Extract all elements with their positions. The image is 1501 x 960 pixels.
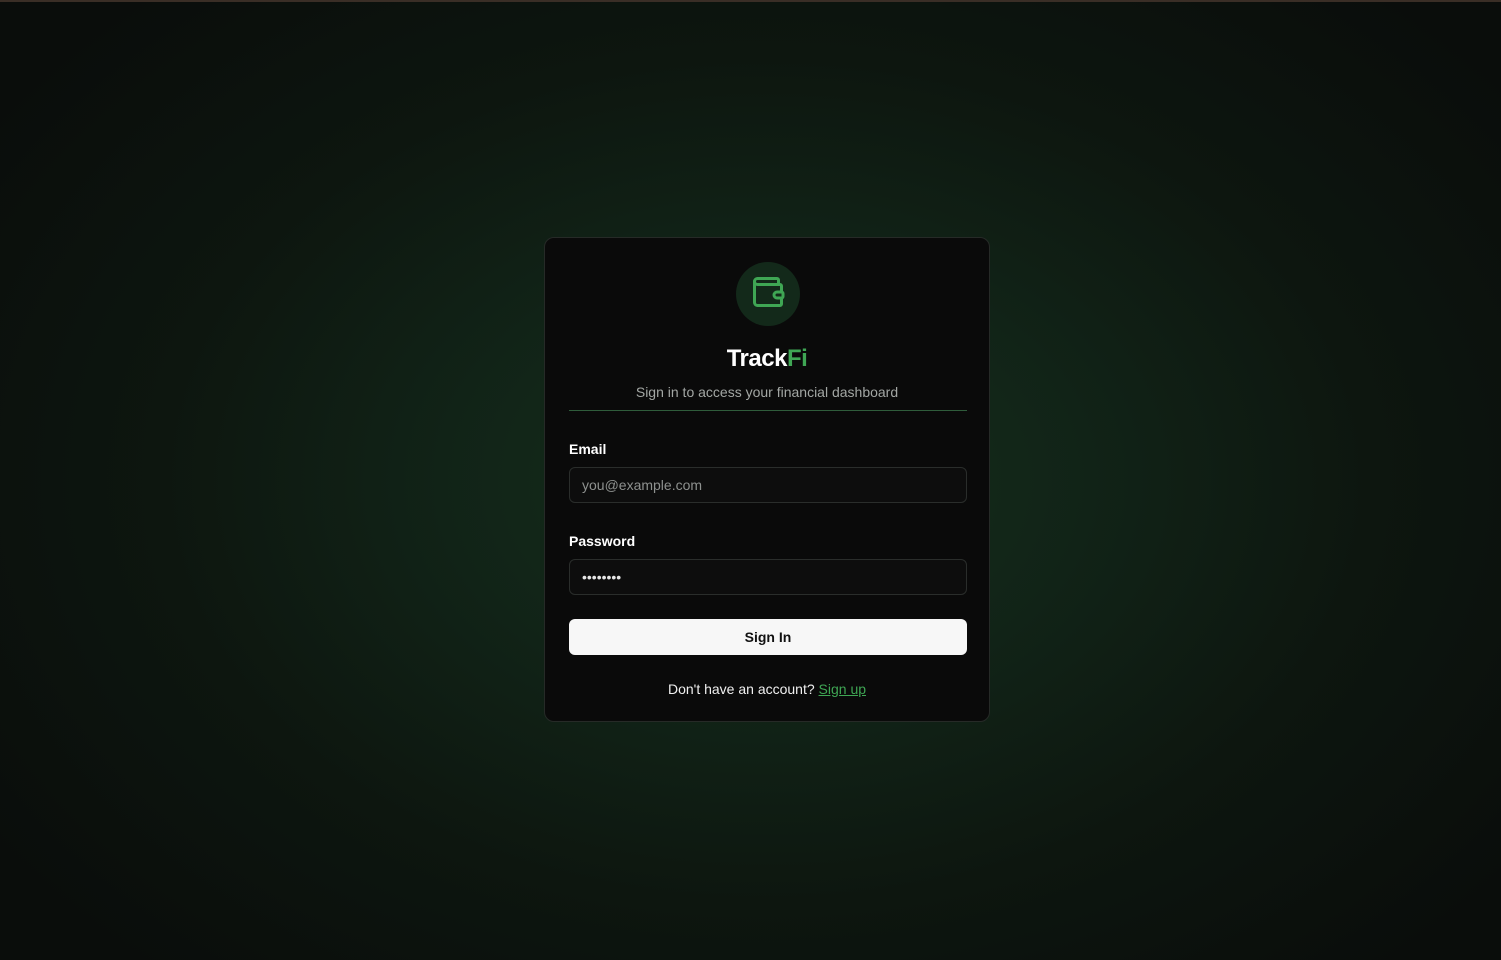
email-label: Email — [569, 441, 607, 457]
signup-prompt-text: Don't have an account? — [667, 681, 815, 697]
password-field[interactable] — [569, 559, 967, 595]
signup-prompt: Don't have an account? Sign up — [545, 680, 989, 698]
header-divider — [569, 410, 967, 411]
password-label: Password — [569, 533, 636, 549]
window-top-edge — [0, 0, 1501, 2]
brand-name-main: Track — [726, 345, 788, 372]
login-subtitle: Sign in to access your financial dashboa… — [635, 384, 899, 400]
logo-badge — [736, 262, 800, 326]
brand-title: TrackFi — [545, 344, 989, 374]
sign-up-link[interactable]: Sign up — [819, 681, 866, 697]
sign-in-button[interactable]: Sign In — [569, 619, 967, 655]
login-card: TrackFi Sign in to access your financial… — [544, 237, 990, 722]
brand-name-accent: Fi — [786, 345, 808, 372]
email-field[interactable] — [569, 467, 967, 503]
wallet-icon — [750, 274, 786, 315]
